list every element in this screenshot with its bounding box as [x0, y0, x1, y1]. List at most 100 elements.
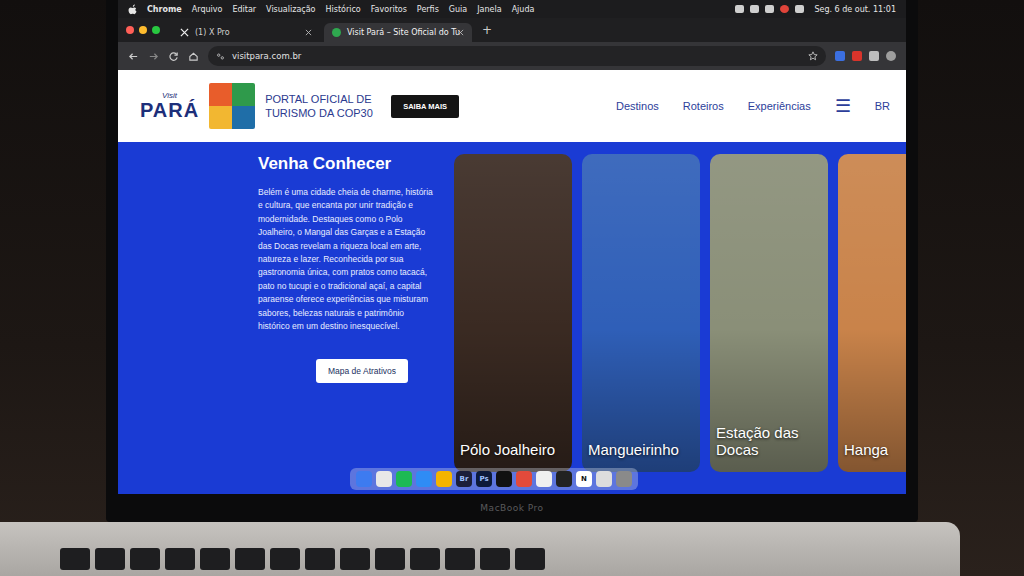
hamburger-menu-icon[interactable]: ☰ — [835, 95, 851, 117]
keyboard-key[interactable] — [270, 548, 300, 570]
menu-item[interactable]: Editar — [232, 5, 256, 14]
site-header: VisitPARÁ PORTAL OFICIAL DE TURISMO DA CO… — [118, 70, 906, 142]
laptop-model-label: MacBook Pro — [480, 503, 543, 513]
attraction-cards: Pólo Joalheiro Mangueirinho Estação das Do… — [454, 154, 906, 494]
search-icon[interactable] — [795, 5, 804, 13]
menu-item[interactable]: Arquivo — [192, 5, 223, 14]
keyboard-key[interactable] — [130, 548, 160, 570]
attraction-card[interactable]: Pólo Joalheiro — [454, 154, 572, 472]
attraction-card-label: Estação das Docas — [716, 425, 822, 458]
photo-scene: Chrome Arquivo Editar Visualização Histórico… — [0, 0, 1024, 576]
keyboard-key[interactable] — [515, 548, 545, 570]
menu-item[interactable]: Janela — [477, 5, 501, 14]
laptop-screen: Chrome Arquivo Editar Visualização Histórico… — [118, 0, 906, 494]
web-page: VisitPARÁ PORTAL OFICIAL DE TURISMO DA CO… — [118, 70, 906, 494]
dock-app-icon[interactable] — [416, 471, 432, 487]
map-button[interactable]: Mapa de Atrativos — [316, 359, 408, 383]
menu-item[interactable]: Visualização — [266, 5, 315, 14]
record-icon[interactable] — [780, 5, 789, 13]
dock-app-icon[interactable] — [356, 471, 372, 487]
control-center-icon[interactable] — [765, 5, 774, 13]
keyboard-key[interactable] — [200, 548, 230, 570]
keyboard-key[interactable] — [375, 548, 405, 570]
dock-app-icon[interactable] — [536, 471, 552, 487]
menu-item[interactable]: Guia — [449, 5, 467, 14]
attraction-card-label: Pólo Joalheiro — [460, 442, 566, 459]
fullscreen-window-icon[interactable] — [152, 26, 160, 34]
close-tab-icon[interactable] — [305, 29, 312, 36]
back-arrow-icon[interactable] — [128, 51, 139, 62]
forward-arrow-icon[interactable] — [148, 51, 159, 62]
attraction-card-label: Hanga — [844, 442, 906, 459]
dock-app-icon[interactable]: Br — [456, 471, 472, 487]
dock-app-icon[interactable] — [436, 471, 452, 487]
site-nav: Destinos Roteiros Experiências ☰ BR — [616, 95, 890, 117]
close-tab-icon[interactable] — [457, 29, 464, 36]
attraction-card[interactable]: Hanga — [838, 154, 906, 472]
keyboard-key[interactable] — [340, 548, 370, 570]
keyboard-key[interactable] — [165, 548, 195, 570]
mac-menu-bar: Chrome Arquivo Editar Visualização Histórico… — [118, 0, 906, 18]
menu-item[interactable]: Ajuda — [512, 5, 535, 14]
attraction-card[interactable]: Estação das Docas — [710, 154, 828, 472]
saiba-mais-button[interactable]: SAIBA MAIS — [391, 95, 459, 118]
dock-app-icon[interactable] — [556, 471, 572, 487]
menu-item[interactable]: Favoritos — [371, 5, 407, 14]
browser-tab[interactable]: Visit Pará – Site Oficial do Tu — [324, 23, 472, 42]
browser-tab-bar: (1) X ProVisit Pará – Site Oficial do Tu… — [118, 18, 906, 42]
dock-app-icon[interactable] — [516, 471, 532, 487]
extension-icon[interactable] — [835, 51, 845, 61]
menu-item[interactable]: Histórico — [326, 5, 361, 14]
dock-app-icon[interactable]: Ps — [476, 471, 492, 487]
keyboard-key[interactable] — [95, 548, 125, 570]
nav-link[interactable]: Roteiros — [683, 100, 724, 112]
profile-icon[interactable] — [886, 51, 896, 61]
menu-item[interactable]: Chrome — [147, 5, 182, 14]
visit-para-favicon-icon — [332, 28, 341, 37]
close-window-icon[interactable] — [126, 26, 134, 34]
dock-app-icon[interactable] — [616, 471, 632, 487]
hero-section: Venha ConhecerBelém é uma cidade cheia d… — [118, 142, 906, 494]
wifi-icon[interactable] — [735, 5, 744, 13]
keyboard-key[interactable] — [410, 548, 440, 570]
nav-link[interactable]: Experiências — [748, 100, 811, 112]
reload-icon[interactable] — [168, 51, 179, 62]
keyboard-key[interactable] — [305, 548, 335, 570]
site-info-icon[interactable] — [216, 52, 225, 61]
status-icons — [735, 5, 804, 13]
extension-icon[interactable] — [852, 51, 862, 61]
laptop-lid-row: Chrome Arquivo Editar Visualização Histórico… — [0, 0, 1024, 522]
menu-item[interactable]: Perfis — [417, 5, 439, 14]
dock-app-icon[interactable] — [376, 471, 392, 487]
dock-app-icon[interactable] — [496, 471, 512, 487]
home-icon[interactable] — [188, 51, 199, 62]
menu-clock[interactable]: Seg. 6 de out. 11:01 — [814, 5, 896, 14]
hero-text: Venha ConhecerBelém é uma cidade cheia d… — [258, 154, 436, 494]
dock-app-icon[interactable] — [396, 471, 412, 487]
keyboard-key[interactable] — [480, 548, 510, 570]
minimize-window-icon[interactable] — [139, 26, 147, 34]
keyboard-key[interactable] — [445, 548, 475, 570]
dock-app-icon[interactable]: N — [576, 471, 592, 487]
apple-icon[interactable] — [128, 4, 137, 15]
attraction-card[interactable]: Mangueirinho — [582, 154, 700, 472]
visit-para-logo[interactable]: VisitPARÁ — [140, 92, 199, 120]
browser-tab[interactable]: (1) X Pro — [172, 23, 320, 42]
extensions-area — [835, 51, 896, 61]
cop30-banner-text: PORTAL OFICIAL DE TURISMO DA COP30 — [265, 92, 381, 121]
nav-link[interactable]: Destinos — [616, 100, 659, 112]
x-logo-icon — [180, 28, 189, 37]
hero-spacer — [118, 154, 258, 494]
keyboard-key[interactable] — [60, 548, 90, 570]
dock-app-icon[interactable] — [596, 471, 612, 487]
keyboard-key[interactable] — [235, 548, 265, 570]
new-tab-button[interactable]: + — [476, 23, 498, 37]
battery-icon[interactable] — [750, 5, 759, 13]
bookmark-star-icon[interactable] — [808, 51, 818, 61]
extension-icon[interactable] — [869, 51, 879, 61]
laptop-lid: Chrome Arquivo Editar Visualização Histórico… — [106, 0, 918, 522]
url-field[interactable]: visitpara.com.br — [208, 46, 826, 66]
language-selector[interactable]: BR — [875, 100, 890, 112]
hero-description: Belém é uma cidade cheia de charme, hist… — [258, 186, 436, 333]
mac-dock: BrPs N — [350, 468, 638, 490]
